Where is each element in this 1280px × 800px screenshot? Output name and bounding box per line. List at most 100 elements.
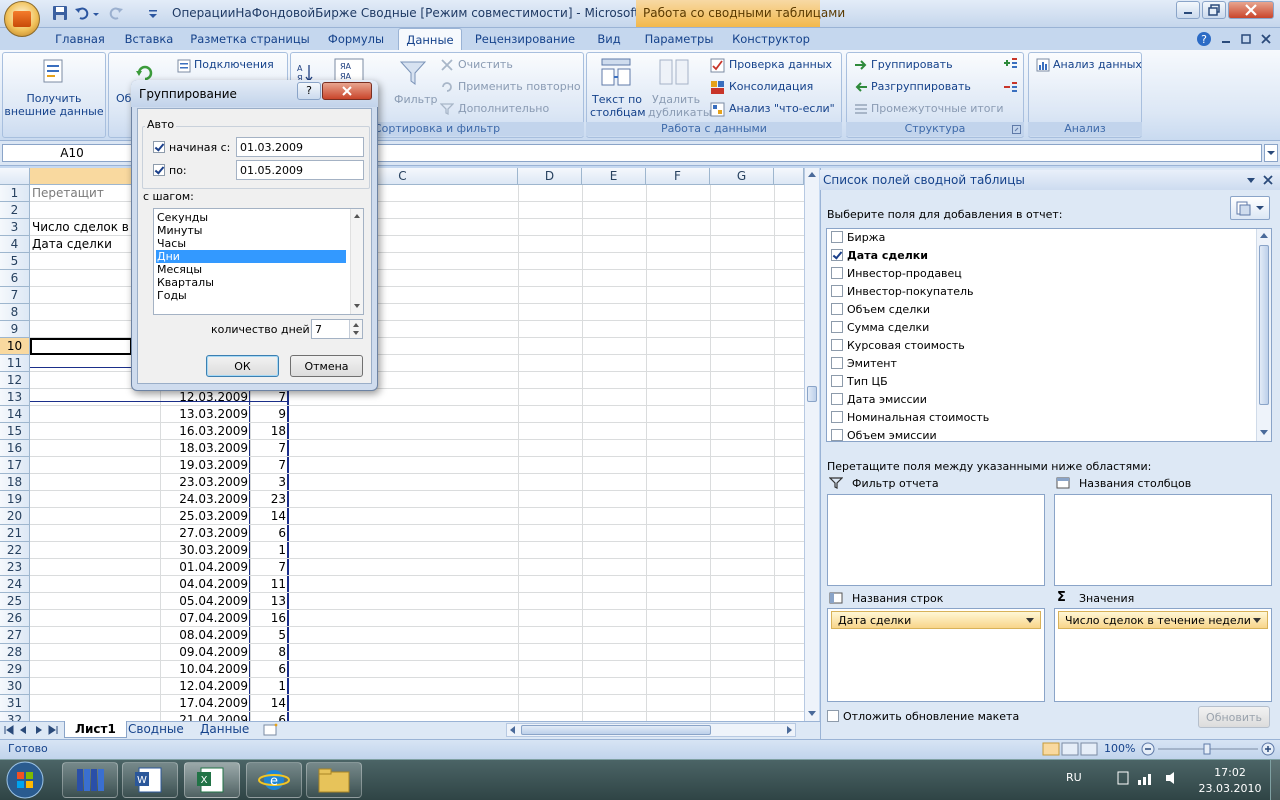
ungroup-rows-icon[interactable] [854, 80, 868, 94]
field-item[interactable]: Инвестор-покупатель [831, 285, 974, 303]
tab-data[interactable]: Данные [398, 28, 462, 50]
consolidate-button[interactable]: Консолидация [729, 80, 813, 93]
cell-c22[interactable]: 1 [250, 542, 286, 559]
step-option[interactable]: Секунды [156, 211, 346, 224]
cell-c31[interactable]: 14 [250, 695, 286, 712]
cell-c19[interactable]: 23 [250, 491, 286, 508]
workbook-close-icon[interactable] [1260, 33, 1272, 45]
what-if-icon[interactable] [710, 102, 725, 117]
field-item[interactable]: Объем сделки [831, 303, 930, 321]
chevron-down-icon[interactable] [1253, 618, 1261, 623]
name-box[interactable]: A10 [2, 144, 142, 162]
end-date-input[interactable]: 01.05.2009 [236, 160, 364, 180]
tab-home[interactable]: Главная [46, 28, 114, 50]
row-header[interactable]: 12 [0, 372, 30, 389]
zoom-slider[interactable] [1140, 742, 1276, 756]
help-icon[interactable]: ? [1196, 31, 1212, 47]
cell-c26[interactable]: 16 [250, 610, 286, 627]
dialog-close-button[interactable] [322, 82, 372, 100]
cell-b29[interactable]: 10.04.2009 [160, 661, 248, 678]
active-cell-a10[interactable] [30, 338, 132, 355]
data-analysis-icon[interactable] [1036, 58, 1050, 72]
subtotal-icon[interactable] [854, 102, 868, 116]
data-validation-button[interactable]: Проверка данных [729, 58, 832, 71]
start-checkbox[interactable]: начиная с: [153, 141, 230, 154]
taskbar-explorer[interactable] [306, 762, 362, 798]
row-header[interactable]: 2 [0, 202, 30, 219]
cell-b22[interactable]: 30.03.2009 [160, 542, 248, 559]
ribbon-minimize-icon[interactable] [1220, 33, 1232, 45]
tab-options[interactable]: Параметры [640, 28, 718, 50]
row-header[interactable]: 18 [0, 474, 30, 491]
advanced-filter-icon[interactable] [440, 102, 454, 116]
cell-b21[interactable]: 27.03.2009 [160, 525, 248, 542]
row-header[interactable]: 32 [0, 712, 30, 721]
field-item[interactable]: Сумма сделки [831, 321, 929, 339]
row-header[interactable]: 5 [0, 253, 30, 270]
cell-b31[interactable]: 17.04.2009 [160, 695, 248, 712]
connections-icon[interactable] [176, 58, 192, 74]
formula-input[interactable] [318, 144, 1262, 162]
view-buttons-icons[interactable] [1042, 742, 1098, 756]
tab-page-layout[interactable]: Разметка страницы [186, 28, 314, 50]
cell-b13[interactable]: 12.03.2009 [160, 389, 248, 406]
undo-dropdown-icon[interactable] [92, 5, 100, 21]
cell-c16[interactable]: 7 [250, 440, 286, 457]
sheet-nav-icons[interactable] [4, 724, 60, 736]
text-to-columns-label-2[interactable]: столбцам [590, 106, 646, 119]
checkbox-icon[interactable] [831, 321, 843, 333]
row-header[interactable]: 24 [0, 576, 30, 593]
get-external-data-label-1[interactable]: Получить [0, 92, 108, 105]
horizontal-scrollbar[interactable] [506, 723, 796, 737]
language-indicator[interactable]: RU [1066, 771, 1082, 784]
step-scroll-up-icon[interactable] [351, 210, 363, 222]
cell-a32[interactable] [32, 712, 160, 721]
field-item[interactable]: Номинальная стоимость [831, 411, 989, 429]
row-header[interactable]: 23 [0, 559, 30, 576]
cell-c14[interactable]: 9 [250, 406, 286, 423]
save-icon[interactable] [52, 5, 68, 21]
cell-c20[interactable]: 14 [250, 508, 286, 525]
field-list-scrollbar[interactable] [1256, 229, 1271, 441]
column-header-d[interactable]: D [518, 168, 582, 185]
cell-b27[interactable]: 08.04.2009 [160, 627, 248, 644]
redo-icon[interactable] [108, 5, 124, 21]
tab-insert[interactable]: Вставка [118, 28, 180, 50]
cell-a16[interactable] [32, 440, 160, 457]
row-header[interactable]: 31 [0, 695, 30, 712]
row-header[interactable]: 30 [0, 678, 30, 695]
checkbox-icon[interactable] [831, 285, 843, 297]
field-scroll-down-icon[interactable] [1257, 425, 1271, 439]
cell-a26[interactable] [32, 610, 160, 627]
column-header-e[interactable]: E [582, 168, 646, 185]
ribbon-restore-icon[interactable] [1240, 33, 1252, 45]
cell-c25[interactable]: 13 [250, 593, 286, 610]
reapply-icon[interactable] [440, 80, 454, 94]
row-header[interactable]: 29 [0, 661, 30, 678]
checkbox-icon[interactable] [831, 411, 843, 423]
cell-b30[interactable]: 12.04.2009 [160, 678, 248, 695]
select-all-corner[interactable] [0, 168, 30, 185]
cell-c23[interactable]: 7 [250, 559, 286, 576]
step-option[interactable]: Минуты [156, 224, 346, 237]
cell-b19[interactable]: 24.03.2009 [160, 491, 248, 508]
cell-b26[interactable]: 07.04.2009 [160, 610, 248, 627]
cell-b32[interactable]: 21.04.2009 [160, 712, 248, 721]
row-header[interactable]: 9 [0, 321, 30, 338]
row-header[interactable]: 28 [0, 644, 30, 661]
field-item[interactable]: Курсовая стоимость [831, 339, 965, 357]
close-window-button[interactable] [1228, 1, 1274, 19]
cell-c32[interactable]: 6 [250, 712, 286, 721]
row-header[interactable]: 27 [0, 627, 30, 644]
cell-c17[interactable]: 7 [250, 457, 286, 474]
row-header[interactable]: 21 [0, 525, 30, 542]
column-labels-area[interactable] [1054, 494, 1272, 586]
checkbox-icon[interactable] [831, 339, 843, 351]
remove-duplicates-icon[interactable] [658, 58, 690, 88]
checkbox-icon[interactable] [831, 429, 843, 441]
row-header[interactable]: 17 [0, 457, 30, 474]
cell-c28[interactable]: 8 [250, 644, 286, 661]
checkbox-icon[interactable] [831, 303, 843, 315]
tab-formulas[interactable]: Формулы [322, 28, 390, 50]
worksheet-grid[interactable]: C D E F G 1 Перетащит 2 3 Число сделок в 4 Дат… [0, 168, 804, 721]
